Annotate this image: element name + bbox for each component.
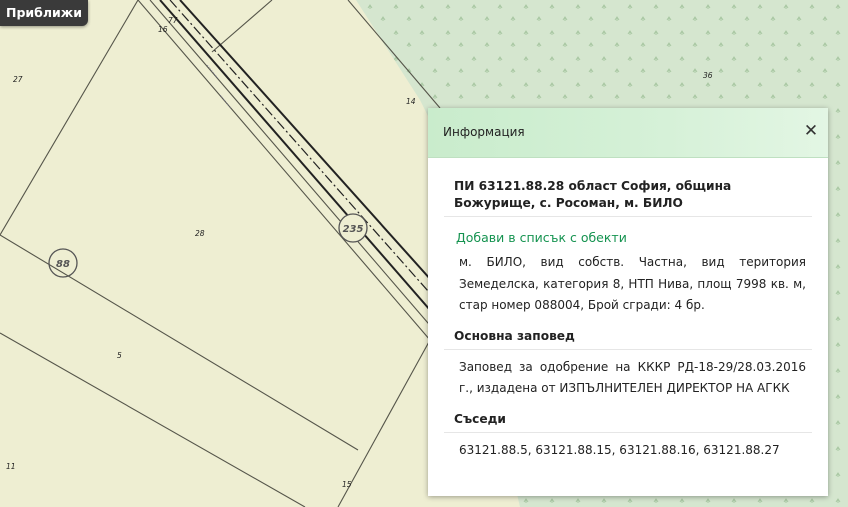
close-icon[interactable]: ✕	[803, 122, 819, 140]
circle-label-235: 235	[338, 213, 368, 243]
parcel-label-77: 77	[168, 16, 178, 25]
parcel-description: м. БИЛО, вид собств. Частна, вид територ…	[459, 255, 806, 312]
svg-text:88: 88	[56, 259, 70, 270]
info-panel: Информация ✕ ПИ 63121.88.28 област София…	[428, 108, 828, 496]
neighbors-heading: Съседи	[444, 404, 812, 433]
order-heading: Основна заповед	[444, 321, 812, 350]
neighbors-text: 63121.88.5, 63121.88.15, 63121.88.16, 63…	[459, 442, 780, 457]
parcel-title: ПИ 63121.88.28 област София, община Божу…	[444, 178, 812, 217]
panel-header: Информация ✕	[428, 108, 828, 158]
parcel-label-27: 27	[13, 75, 23, 84]
parcel-label-28: 28	[195, 229, 205, 238]
panel-title: Информация	[443, 125, 525, 139]
parcel-label-5: 5	[117, 351, 122, 360]
svg-text:235: 235	[343, 224, 364, 235]
parcel-label-36: 36	[703, 71, 713, 80]
add-to-list-link[interactable]: Добави в списък с обекти	[456, 230, 812, 245]
order-text: Заповед за одобрение на КККР РД-18-29/28…	[459, 359, 806, 396]
parcel-label-11: 11	[6, 462, 16, 471]
parcel-label-16: 16	[158, 25, 168, 34]
parcel-label-15: 15	[342, 480, 352, 489]
parcel-label-14: 14	[406, 97, 416, 106]
zoom-in-button[interactable]: Приближи	[0, 0, 89, 26]
